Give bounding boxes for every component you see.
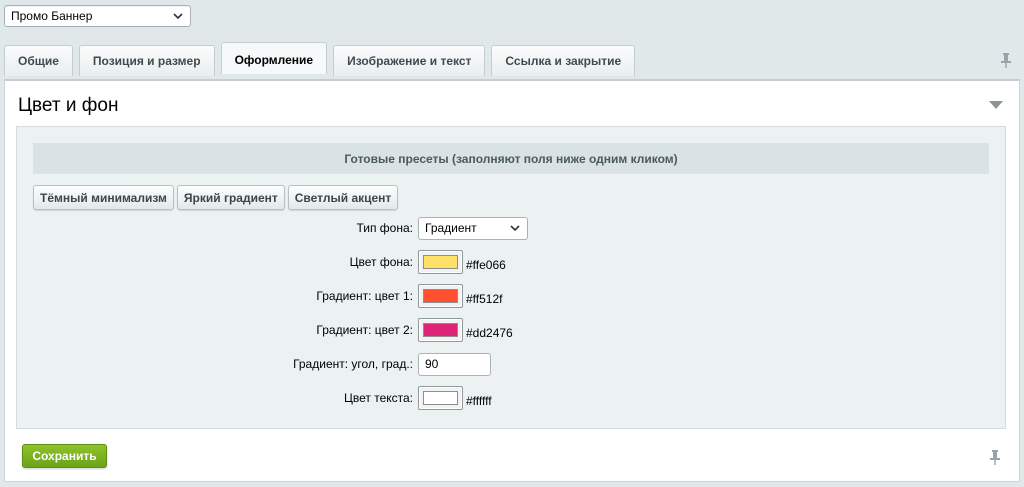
gradient-color-2-row: Градиент: цвет 2: #dd2476 — [17, 317, 1005, 343]
section-title: Цвет и фон — [18, 95, 119, 116]
chevron-down-icon — [173, 13, 183, 20]
tab-design[interactable]: Оформление — [220, 42, 328, 74]
tab-position-size[interactable]: Позиция и размер — [78, 45, 215, 76]
gradient-angle-label: Градиент: угол, град.: — [293, 357, 413, 371]
gradient-angle-input[interactable]: 90 — [418, 352, 491, 376]
gradient-color-1-picker[interactable] — [418, 284, 463, 308]
bg-color-swatch — [423, 255, 458, 269]
gradient-angle-row: Градиент: угол, град.: 90 — [17, 351, 1005, 377]
text-color-row: Цвет текста: #ffffff — [17, 385, 1005, 411]
chevron-down-icon — [510, 225, 520, 232]
text-color-swatch — [423, 391, 458, 405]
gradient-color-2-picker[interactable] — [418, 318, 463, 342]
bg-color-hex: #ffe066 — [466, 258, 506, 272]
text-color-label: Цвет текста: — [343, 391, 413, 405]
tab-bar: Общие Позиция и размер Оформление Изобра… — [4, 42, 636, 76]
bg-color-row: Цвет фона: #ffe066 — [17, 249, 1005, 275]
settings-panel: Цвет и фон Готовые пресеты (заполняют по… — [4, 79, 1020, 482]
color-background-section: Готовые пресеты (заполняют поля ниже одн… — [16, 126, 1006, 429]
tab-image-text[interactable]: Изображение и текст — [333, 45, 486, 76]
bg-type-label: Тип фона: — [356, 221, 413, 235]
text-color-hex: #ffffff — [466, 394, 492, 408]
save-button[interactable]: Сохранить — [22, 444, 107, 468]
gradient-color-2-label: Градиент: цвет 2: — [316, 323, 413, 337]
tab-general[interactable]: Общие — [4, 45, 73, 76]
bg-color-picker[interactable] — [418, 250, 463, 274]
tab-link-close[interactable]: Ссылка и закрытие — [491, 45, 636, 76]
banner-select[interactable]: Промо Баннер — [4, 5, 191, 27]
bg-type-row: Тип фона: Градиент — [17, 215, 1005, 241]
gradient-color-1-swatch — [423, 289, 458, 303]
preset-dark-minimal-button[interactable]: Тёмный минимализм — [33, 185, 174, 210]
bg-type-value: Градиент — [425, 221, 477, 235]
bg-type-select[interactable]: Градиент — [418, 216, 528, 240]
gradient-color-1-label: Градиент: цвет 1: — [316, 289, 413, 303]
text-color-picker[interactable] — [418, 386, 463, 410]
gradient-color-1-hex: #ff512f — [466, 292, 503, 306]
banner-select-value: Промо Баннер — [11, 9, 93, 23]
gradient-color-1-row: Градиент: цвет 1: #ff512f — [17, 283, 1005, 309]
pin-icon[interactable] — [1000, 52, 1012, 68]
collapse-icon[interactable] — [989, 101, 1003, 109]
gradient-color-2-hex: #dd2476 — [466, 326, 513, 340]
preset-bright-gradient-button[interactable]: Яркий градиент — [176, 185, 285, 210]
preset-light-accent-button[interactable]: Светлый акцент — [287, 185, 399, 210]
bg-color-label: Цвет фона: — [349, 255, 413, 269]
presets-header: Готовые пресеты (заполняют поля ниже одн… — [33, 143, 989, 174]
preset-buttons: Тёмный минимализм Яркий градиент Светлый… — [33, 185, 399, 210]
pin-icon[interactable] — [989, 449, 1001, 465]
gradient-color-2-swatch — [423, 323, 458, 337]
